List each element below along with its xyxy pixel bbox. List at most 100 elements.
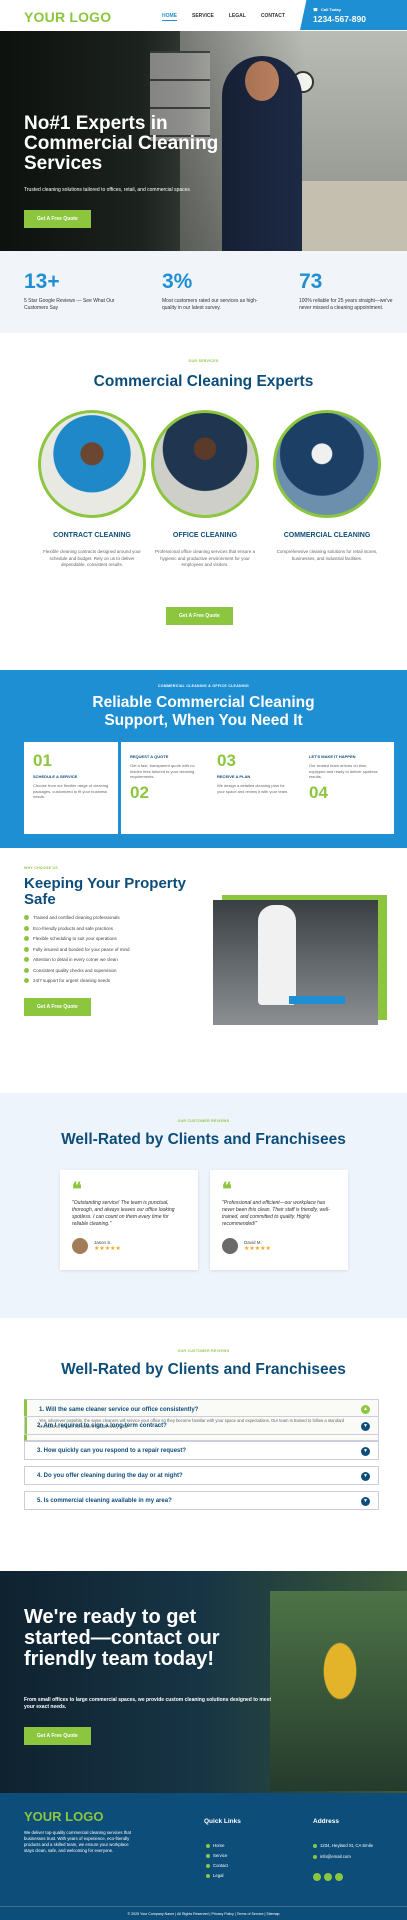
check-icon [24,925,29,931]
logo[interactable]: YOUR LOGO [24,9,111,25]
check-item: Trained and certified cleaning professio… [24,915,130,920]
reviews-kicker: OUR CUSTOMER REVIEWS [177,1119,230,1123]
process-number: 02 [130,782,149,802]
check-item: Eco-friendly products and safe practices [24,925,130,931]
check-item: Fully insured and bonded for your peace … [24,946,130,952]
faq-question: 1. Will the same cleaner service our off… [39,1407,199,1413]
service-title: CONTRACT CLEANING [53,532,131,539]
check-item: Flexible scheduling to suit your operati… [24,936,130,941]
site-footer: YOUR LOGO We deliver top-quality commerc… [0,1793,407,1920]
faq-item[interactable]: 3. How quickly can you respond to a repa… [24,1441,379,1460]
faq-item[interactable]: 5. Is commercial cleaning available in m… [24,1491,379,1510]
process-title: Reliable Commercial Cleaning Support, Wh… [92,694,315,729]
stat-number: 13+ [24,270,60,293]
commercial-cleaning-image [273,410,381,518]
process-number: 01 [33,751,52,770]
star-rating: ★★★★★ [244,1246,271,1252]
call-label: Call Today [320,7,341,12]
instagram-icon[interactable] [324,1873,332,1881]
review-text: "Outstanding service! The team is punctu… [72,1200,175,1227]
call-box[interactable]: ☎ Call Today 1234-567-890 [300,0,407,30]
avatar [222,1238,238,1254]
hero-subtitle: Trusted cleaning solutions tailored to o… [24,187,190,193]
stat-text: 5 Star Google Reviews — See What Our Cus… [24,298,115,311]
site-header: YOUR LOGO HOME SERVICE LEGAL CONTACT ☎ Ca… [0,0,407,32]
email-line[interactable]: info@email.com [313,1854,351,1859]
stats-bar: 13+ 5 Star Google Reviews — See What Our … [0,251,407,333]
stat-item: 73 100% reliable for 25 years straight—we… [299,270,399,311]
footer-logo[interactable]: YOUR LOGO [24,1809,103,1824]
service-desc: Flexible cleaning contracts designed aro… [43,549,141,567]
why-title: Keeping Your Property Safe [24,875,186,908]
review-card: ❝ "Professional and efficient—our workpl… [210,1170,348,1270]
stat-number: 3% [162,270,193,293]
twitter-icon[interactable] [335,1873,343,1881]
service-title: COMMERCIAL CLEANING [283,532,371,539]
footer-link-service[interactable]: Service [206,1853,227,1858]
footer-link-home[interactable]: Home [206,1843,224,1848]
services-quote-button[interactable]: Get A Free Quote [166,607,233,625]
nav-legal[interactable]: LEGAL [229,13,246,21]
faq-title: Well-Rated by Clients and Franchisees [61,1361,346,1378]
service-title: OFFICE CLEANING [172,532,238,539]
stat-item: 3% Most customers rated our services as h… [162,270,262,311]
nav-contact[interactable]: CONTACT [261,13,285,21]
service-desc: Comprehensive cleaning solutions for ret… [276,549,378,561]
review-text: "Professional and efficient—our workplac… [222,1200,330,1227]
hero-title: No#1 Experts in Commercial Cleaning Serv… [24,113,219,174]
address-title: Address [313,1818,340,1825]
services-kicker: OUR SERVICES [188,359,219,363]
process-card-desc: We design a detailed cleaning plan for y… [217,783,289,794]
phone-number[interactable]: 1234-567-890 [313,14,407,24]
quote-icon: ❝ [222,1179,232,1199]
check-item: Consistent quality checks and supervisio… [24,967,130,973]
chevron-up-icon[interactable]: ▲ [361,1405,370,1414]
hero-quote-button[interactable]: Get A Free Quote [24,210,91,228]
faq-item[interactable]: 4. Do you offer cleaning during the day … [24,1466,379,1485]
process-card-desc: Get a fast, transparent quote with no hi… [130,763,195,779]
process-kicker: COMMERCIAL CLEANING & OFFICE CLEANING [158,684,249,688]
copyright: © 2025 Your Company Name | All Rights Re… [0,1906,407,1920]
footer-link-contact[interactable]: Contact [206,1863,228,1868]
process-card-title: SCHEDULE A SERVICE [33,774,78,779]
cta-quote-button[interactable]: Get A Free Quote [24,1727,91,1745]
process-card: 01 SCHEDULE A SERVICE Choose from our fl… [24,742,118,834]
chevron-down-icon[interactable]: ▼ [361,1497,370,1506]
facebook-icon[interactable] [313,1873,321,1881]
avatar [72,1238,88,1254]
footer-link-legal[interactable]: Legal [206,1873,224,1878]
why-checklist: Trained and certified cleaning professio… [24,915,130,989]
process-card: LET'S MAKE IT HAPPEN Our trusted team ar… [300,742,394,834]
chevron-down-icon[interactable]: ▼ [361,1472,370,1481]
hero-section: No#1 Experts in Commercial Cleaning Serv… [0,31,407,251]
service-desc: Professional office cleaning services th… [155,549,255,567]
address-line: 1234, Heyland St, CA Smile [313,1843,373,1848]
faq-item[interactable]: 2. Am I required to sign a long-term con… [24,1416,379,1435]
stat-number: 73 [299,270,323,293]
nav-service[interactable]: SERVICE [192,13,214,21]
chevron-down-icon[interactable]: ▼ [361,1422,370,1431]
why-quote-button[interactable]: Get A Free Quote [24,998,91,1016]
mail-icon [313,1854,317,1859]
stat-text: Most customers rated our services as hig… [162,298,258,311]
process-card: REQUEST A QUOTE Get a fast, transparent … [121,742,215,834]
cta-section: We're ready to get started—contact our f… [0,1571,407,1793]
review-card: ❝ "Outstanding service! The team is punc… [60,1170,198,1270]
chevron-down-icon[interactable]: ▼ [361,1447,370,1456]
check-icon [24,936,29,941]
stat-item: 13+ 5 Star Google Reviews — See What Our … [24,270,124,311]
process-card: 03 RECEIVE A PLAN We design a detailed c… [208,742,302,834]
check-icon [24,915,29,920]
services-title: Commercial Cleaning Experts [93,373,314,390]
main-nav: HOME SERVICE LEGAL CONTACT [162,13,285,21]
service-card-office: OFFICE CLEANING Professional office clea… [151,410,259,569]
check-item: 24/7 support for urgent cleaning needs [24,978,130,983]
check-icon [24,946,29,952]
quote-icon: ❝ [72,1179,82,1199]
why-kicker: WHY CHOOSE US [24,866,58,870]
check-item: Attention to detail in every corner we c… [24,957,130,962]
process-card-title: REQUEST A QUOTE [130,754,169,759]
nav-home[interactable]: HOME [162,13,177,21]
mopping-image [213,900,378,1025]
process-card-title: RECEIVE A PLAN [217,774,251,779]
